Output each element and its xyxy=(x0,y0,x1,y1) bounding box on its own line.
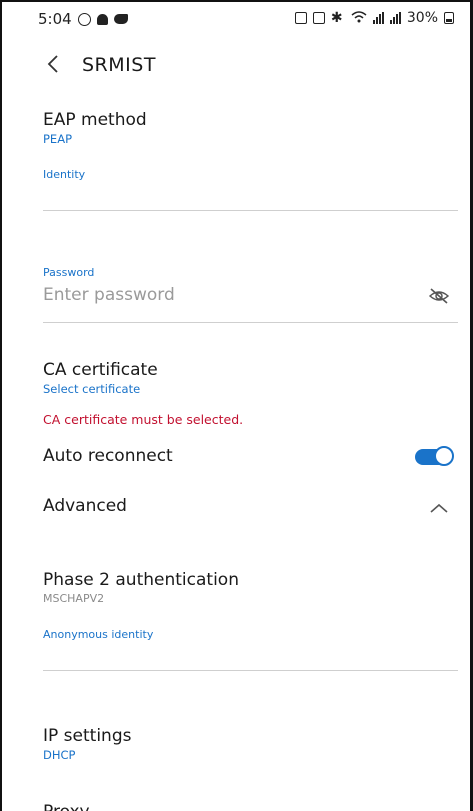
screen-frame: 5:04 ✱ 30% SRMIST EAP method PEAP Identi… xyxy=(0,0,473,811)
alarm-icon xyxy=(312,12,325,24)
anonymous-identity-input[interactable] xyxy=(43,651,383,671)
eap-method-value: PEAP xyxy=(43,132,73,146)
ca-certificate-value: Select certificate xyxy=(43,382,141,396)
ca-certificate-error: CA certificate must be selected. xyxy=(43,412,244,427)
battery-icon xyxy=(444,12,454,24)
wifi-icon xyxy=(351,10,367,26)
app-bar: SRMIST xyxy=(2,42,470,86)
identity-input[interactable] xyxy=(43,191,383,211)
status-left: 5:04 xyxy=(38,10,128,28)
ip-settings-label: IP settings xyxy=(43,726,132,746)
status-right: ✱ 30% xyxy=(294,9,454,26)
password-underline xyxy=(43,322,458,323)
password-label: Password xyxy=(43,266,95,279)
chevron-left-icon xyxy=(47,55,58,73)
password-input[interactable] xyxy=(43,285,383,305)
auto-reconnect-setting[interactable]: Auto reconnect xyxy=(43,446,458,466)
anonymous-identity-field-group: Anonymous identity xyxy=(43,628,458,671)
advanced-section-header[interactable]: Advanced xyxy=(43,496,458,516)
identity-field-group: Identity xyxy=(43,168,458,211)
ip-settings-setting[interactable]: IP settings DHCP xyxy=(43,726,458,762)
ip-settings-value: DHCP xyxy=(43,748,76,762)
anonymous-identity-underline xyxy=(43,670,458,671)
signal-strength-2-icon xyxy=(389,12,401,24)
show-password-button[interactable] xyxy=(428,285,450,307)
eap-method-setting[interactable]: EAP method PEAP xyxy=(43,110,458,146)
whatsapp-icon xyxy=(77,12,91,26)
eap-method-label: EAP method xyxy=(43,110,147,130)
proxy-setting[interactable]: Proxy xyxy=(43,802,458,811)
phase2-authentication-setting[interactable]: Phase 2 authentication MSCHAPV2 xyxy=(43,570,458,605)
phase2-value: MSCHAPV2 xyxy=(43,592,105,605)
ca-certificate-label: CA certificate xyxy=(43,360,158,380)
bluetooth-icon: ✱ xyxy=(330,9,343,26)
signal-strength-icon xyxy=(372,12,384,24)
identity-underline xyxy=(43,210,458,211)
notification-bell-icon xyxy=(96,13,108,25)
identity-label: Identity xyxy=(43,168,86,181)
advanced-label: Advanced xyxy=(43,496,127,516)
proxy-label: Proxy xyxy=(43,802,458,811)
phase2-label: Phase 2 authentication xyxy=(43,570,239,590)
ca-certificate-setting[interactable]: CA certificate Select certificate xyxy=(43,360,458,396)
back-button[interactable] xyxy=(40,50,68,78)
password-field-group: Password xyxy=(43,266,458,305)
auto-reconnect-label: Auto reconnect xyxy=(43,446,173,466)
twitter-icon xyxy=(113,14,128,24)
status-time: 5:04 xyxy=(38,10,72,28)
anonymous-identity-label: Anonymous identity xyxy=(43,628,154,641)
page-title: SRMIST xyxy=(82,54,156,76)
auto-reconnect-toggle[interactable] xyxy=(415,446,455,468)
status-bar: 5:04 ✱ 30% xyxy=(2,2,470,32)
battery-percent: 30% xyxy=(406,10,438,26)
eye-off-icon xyxy=(428,288,450,304)
toggle-knob xyxy=(434,446,454,466)
screenshot-icon xyxy=(294,12,307,24)
chevron-up-icon[interactable] xyxy=(428,500,450,516)
